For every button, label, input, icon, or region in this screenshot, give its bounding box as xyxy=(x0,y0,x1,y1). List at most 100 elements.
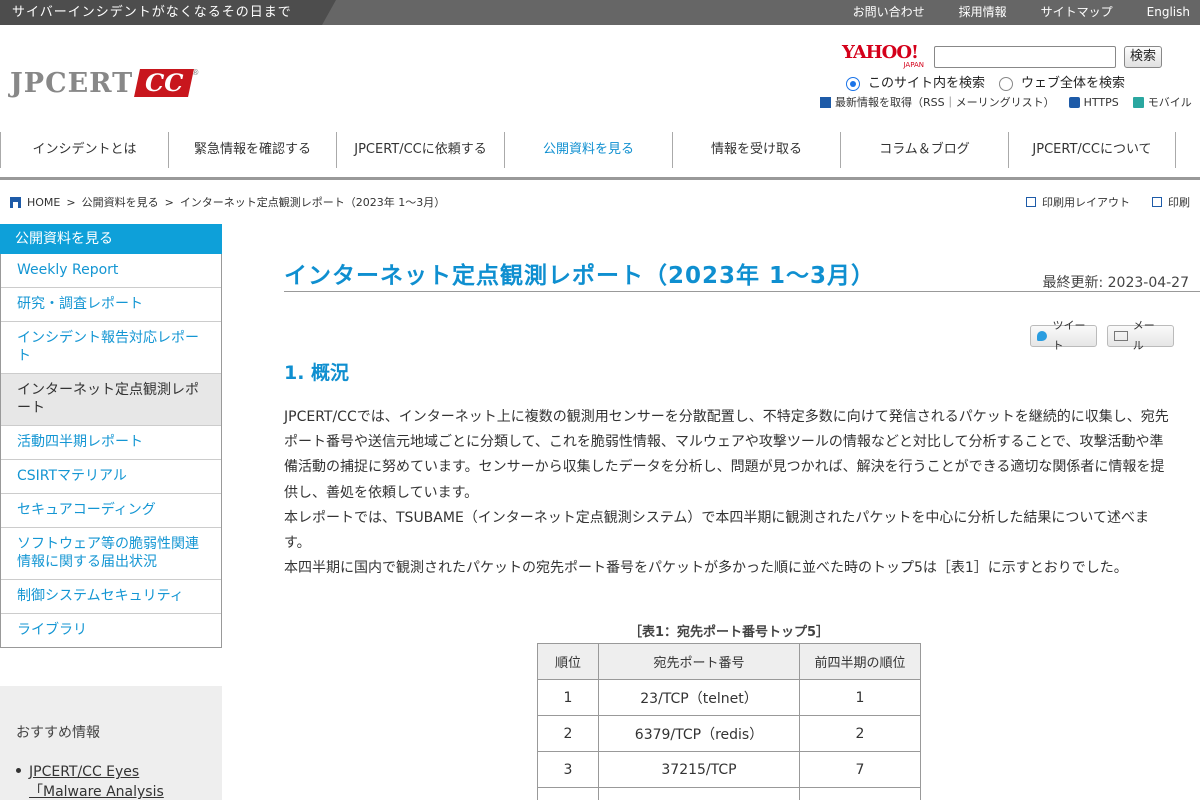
breadcrumb: HOME > 公開資料を見る > インターネット定点観測レポート（2023年 1… xyxy=(10,194,445,210)
cell-rank: 3 xyxy=(537,751,599,788)
sidebar-item-secure-coding[interactable]: セキュアコーディング xyxy=(1,493,221,527)
cell-port: 37215/TCP xyxy=(598,751,800,788)
printer-icon xyxy=(1152,197,1162,207)
breadcrumb-separator: > xyxy=(66,195,76,209)
home-icon xyxy=(10,196,21,208)
sidebar-heading[interactable]: 公開資料を見る xyxy=(0,224,222,254)
nav-emergency[interactable]: 緊急情報を確認する xyxy=(168,132,336,168)
header-rank: 順位 xyxy=(537,643,599,680)
paragraph-3: 本四半期に国内で観測されたパケットの宛先ポート番号をパケットが多かった順に並べた… xyxy=(284,560,1128,577)
https-link[interactable]: HTTPS xyxy=(1068,94,1119,110)
sidebar-list: Weekly Report 研究・調査レポート インシデント報告対応レポート イ… xyxy=(0,254,222,648)
sidebar: 公開資料を見る Weekly Report 研究・調査レポート インシデント報告… xyxy=(0,224,222,648)
breadcrumb-separator: > xyxy=(164,195,174,209)
print-label: 印刷 xyxy=(1168,196,1190,209)
table-row xyxy=(537,787,921,800)
scope-web-radio[interactable]: ウェブ全体を検索 xyxy=(999,72,1125,91)
cell-rank: 2 xyxy=(537,715,599,752)
cell-rank xyxy=(537,787,599,800)
cell-prev-rank: 1 xyxy=(799,679,921,716)
last-updated: 最終更新: 2023-04-27 xyxy=(1042,275,1189,291)
search-button[interactable]: 検索 xyxy=(1124,46,1162,68)
mobile-link[interactable]: モバイル xyxy=(1132,94,1192,110)
feed-links: 最新情報を取得（RSS｜メーリングリスト） HTTPS モバイル xyxy=(820,94,1192,110)
table-row: 2 6379/TCP（redis） 2 xyxy=(537,715,921,752)
rss-label: 最新情報を取得（RSS｜メーリングリスト） xyxy=(835,96,1055,109)
sidebar-item-csirt[interactable]: CSIRTマテリアル xyxy=(1,459,221,493)
radio-unchecked-icon xyxy=(999,76,1014,91)
sidebar-item-tsubame-report[interactable]: インターネット定点観測レポート xyxy=(1,373,221,425)
recommend-list: JPCERT/CC Eyes 「Malware Analysis xyxy=(16,762,206,800)
section-heading: 1. 概況 xyxy=(284,362,350,384)
table-header-row: 順位 宛先ポート番号 前四半期の順位 xyxy=(537,643,921,680)
https-label: HTTPS xyxy=(1083,95,1119,109)
table-row: 1 23/TCP（telnet） 1 xyxy=(537,679,921,716)
print-layout-icon xyxy=(1026,197,1036,207)
mail-label: メール xyxy=(1132,319,1155,352)
breadcrumb-publications[interactable]: 公開資料を見る xyxy=(82,194,159,210)
english-link[interactable]: English xyxy=(1113,0,1190,25)
breadcrumb-current: インターネット定点観測レポート（2023年 1～3月） xyxy=(179,196,446,209)
recommend-title: おすすめ情報 xyxy=(16,725,100,741)
breadcrumb-home[interactable]: HOME xyxy=(27,196,60,209)
rss-link[interactable]: 最新情報を取得（RSS｜メーリングリスト） xyxy=(820,94,1055,110)
print-links: 印刷用レイアウト 印刷 xyxy=(1026,194,1190,210)
contact-link[interactable]: お問い合わせ xyxy=(819,0,925,25)
print-layout-label: 印刷用レイアウト xyxy=(1042,196,1130,209)
sidebar-item-quarterly[interactable]: 活動四半期レポート xyxy=(1,425,221,459)
sidebar-item-ics[interactable]: 制御システムセキュリティ xyxy=(1,579,221,613)
cell-port: 23/TCP（telnet） xyxy=(598,679,800,716)
twitter-bird-icon xyxy=(1037,331,1048,341)
radio-checked-icon xyxy=(846,76,860,91)
scope-site-label: このサイト内を検索 xyxy=(868,76,986,91)
sidebar-item-vuln-status[interactable]: ソフトウェア等の脆弱性関連情報に関する届出状況 xyxy=(1,527,221,579)
logo-cc-mark: CC xyxy=(134,68,195,97)
print-link[interactable]: 印刷 xyxy=(1152,194,1190,210)
sidebar-item-research[interactable]: 研究・調査レポート xyxy=(1,287,221,321)
header-port: 宛先ポート番号 xyxy=(598,643,800,680)
cell-port: 6379/TCP（redis） xyxy=(598,715,800,752)
mail-share-button[interactable]: メール xyxy=(1107,319,1174,352)
sidebar-item-weekly-report[interactable]: Weekly Report xyxy=(1,254,221,287)
mobile-icon xyxy=(1132,96,1144,108)
recommend-box: おすすめ情報 JPCERT/CC Eyes 「Malware Analysis xyxy=(0,686,222,800)
scope-site-radio[interactable]: このサイト内を検索 xyxy=(846,72,985,91)
paragraph-1: JPCERT/CCでは、インターネット上に複数の観測用センサーを分散配置し、不特… xyxy=(284,409,1169,501)
utility-links: お問い合わせ 採用情報 サイトマップ English xyxy=(819,0,1190,25)
nav-column-blog[interactable]: コラム＆ブログ xyxy=(840,132,1008,168)
site-logo[interactable]: JPCERT CC ® xyxy=(10,67,199,99)
nav-incident[interactable]: インシデントとは xyxy=(0,132,168,168)
title-underline xyxy=(284,291,1200,292)
top-bar: サイバーインシデントがなくなるその日まで お問い合わせ 採用情報 サイトマップ … xyxy=(0,0,1200,25)
recommend-link-line2[interactable]: 「Malware Analysis xyxy=(29,784,164,800)
tweet-button[interactable]: ツイート xyxy=(1030,319,1097,352)
cell-prev-rank: 2 xyxy=(799,715,921,752)
tagline: サイバーインシデントがなくなるその日まで xyxy=(0,0,336,25)
table-row: 3 37215/TCP 7 xyxy=(537,751,921,788)
tweet-label: ツイート xyxy=(1052,319,1086,352)
yahoo-logo: YAHOO! JAPAN xyxy=(842,44,928,70)
table-caption: ［表1：宛先ポート番号トップ5］ xyxy=(628,625,830,640)
yahoo-logo-text: YAHOO! xyxy=(842,42,919,63)
cell-prev-rank: 7 xyxy=(799,751,921,788)
mobile-label: モバイル xyxy=(1147,96,1192,109)
sitemap-link[interactable]: サイトマップ xyxy=(1007,0,1113,25)
sidebar-item-incident-report[interactable]: インシデント報告対応レポート xyxy=(1,321,221,373)
rss-icon xyxy=(820,96,831,108)
search-scope: このサイト内を検索 ウェブ全体を検索 xyxy=(846,72,1125,91)
nav-about[interactable]: JPCERT/CCについて xyxy=(1008,132,1176,168)
logo-text: JPCERT xyxy=(10,67,134,99)
sidebar-item-library[interactable]: ライブラリ xyxy=(1,613,221,647)
port-ranking-table: 順位 宛先ポート番号 前四半期の順位 1 23/TCP（telnet） 1 2 … xyxy=(537,643,921,800)
paragraph-2: 本レポートでは、TSUBAME（インターネット定点観測システム）で本四半期に観測… xyxy=(284,509,1149,552)
lock-icon xyxy=(1068,96,1080,108)
overview-text: JPCERT/CCでは、インターネット上に複数の観測用センサーを分散配置し、不特… xyxy=(284,405,1174,581)
nav-request[interactable]: JPCERT/CCに依頼する xyxy=(336,132,504,168)
search-input[interactable] xyxy=(934,46,1116,68)
nav-receive-info[interactable]: 情報を受け取る xyxy=(672,132,840,168)
recommend-link-line1[interactable]: JPCERT/CC Eyes xyxy=(29,764,139,780)
nav-publications[interactable]: 公開資料を見る xyxy=(504,132,672,168)
recruit-link[interactable]: 採用情報 xyxy=(925,0,1007,25)
print-layout-link[interactable]: 印刷用レイアウト xyxy=(1026,194,1130,210)
scope-web-label: ウェブ全体を検索 xyxy=(1021,76,1126,91)
